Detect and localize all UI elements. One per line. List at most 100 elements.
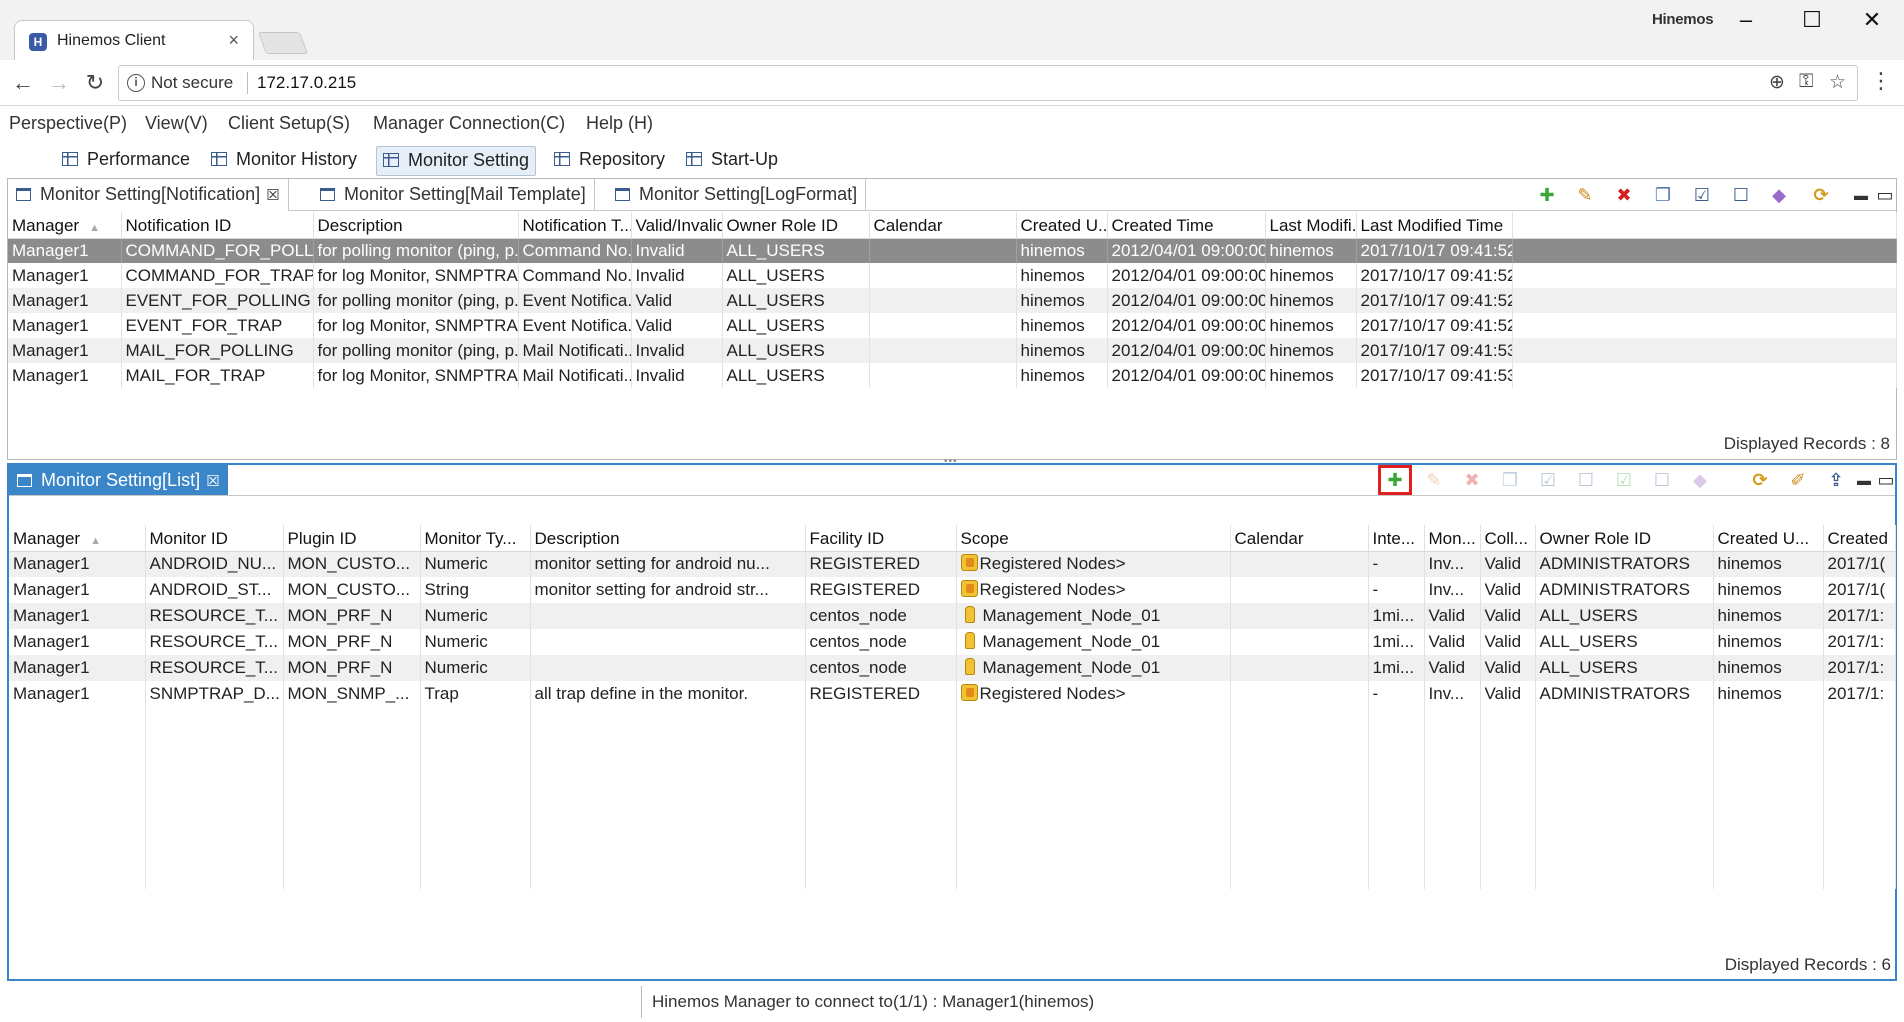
maximize-view-icon[interactable]: ▭ — [1875, 469, 1897, 491]
perspective-start-up[interactable]: Start-Up — [680, 146, 784, 176]
empty-cell — [805, 759, 957, 785]
minimize-view-icon[interactable]: ▬ — [1850, 184, 1872, 206]
notification-row[interactable]: Manager1 EVENT_FOR_TRAP for log Monitor, S… — [8, 313, 1897, 338]
key-icon[interactable]: ⚿ — [1799, 71, 1813, 93]
tab-monitor-setting-mail-template[interactable]: Monitor Setting[Mail Template] — [312, 179, 595, 211]
clear-icon[interactable]: ◆ — [1768, 184, 1790, 206]
maximize-button[interactable]: ☐ — [1790, 6, 1834, 34]
disable-icon[interactable]: ☐ — [1730, 184, 1752, 206]
column-header[interactable]: Last Modifi... — [1265, 212, 1357, 239]
minimize-button[interactable]: – — [1724, 6, 1768, 34]
bookmark-star-icon[interactable]: ☆ — [1829, 71, 1846, 94]
table-cell: ADMINISTRATORS — [1535, 681, 1714, 707]
copy-icon[interactable]: ❐ — [1652, 184, 1674, 206]
edit-pencil-icon[interactable]: ✎ — [1574, 184, 1596, 206]
monitor-row[interactable]: Manager1 ANDROID_NU... MON_CUSTO... Numeric… — [9, 551, 1896, 577]
column-header[interactable]: Created — [1823, 525, 1896, 552]
info-icon[interactable]: i — [127, 74, 145, 92]
column-header[interactable]: Notification T... — [518, 212, 632, 239]
disable-icon[interactable]: ☐ — [1575, 469, 1597, 491]
tab-monitor-setting-logformat[interactable]: Monitor Setting[LogFormat] — [607, 179, 867, 211]
back-icon[interactable]: ← — [8, 68, 38, 98]
menu-manager-connection[interactable]: Manager Connection(C) — [373, 113, 565, 134]
column-header[interactable]: Owner Role ID — [722, 212, 870, 239]
refresh-icon[interactable]: ⟳ — [1810, 184, 1832, 206]
copy-icon[interactable]: ❐ — [1499, 469, 1521, 491]
column-header[interactable]: Monitor ID — [145, 525, 284, 552]
perspective-monitor-history[interactable]: Monitor History — [205, 146, 363, 176]
close-tab-icon[interactable]: ☒ — [266, 187, 279, 204]
notification-row[interactable]: Manager1 EVENT_FOR_POLLING for polling mon… — [8, 288, 1897, 313]
url-text[interactable]: 172.17.0.215 — [257, 73, 356, 93]
browser-tab[interactable]: H Hinemos Client × — [14, 20, 254, 60]
column-header[interactable]: Inte... — [1368, 525, 1425, 552]
export-icon[interactable]: ⇪ — [1825, 469, 1847, 491]
column-header[interactable]: Description — [530, 525, 806, 552]
menu-perspective[interactable]: Perspective(P) — [9, 113, 127, 134]
close-tab-icon[interactable]: ☒ — [206, 473, 219, 490]
clear-icon[interactable]: ◆ — [1689, 469, 1711, 491]
column-header[interactable]: Mon... — [1424, 525, 1481, 552]
empty-cell — [9, 707, 146, 733]
disable-collect-icon[interactable]: ☐ — [1651, 469, 1673, 491]
delete-icon[interactable]: ✖ — [1461, 469, 1483, 491]
minimize-view-icon[interactable]: ▬ — [1853, 469, 1875, 491]
zoom-icon[interactable]: ⊕ — [1769, 71, 1785, 94]
menu-view[interactable]: View(V) — [145, 113, 208, 134]
column-header[interactable]: Facility ID — [805, 525, 957, 552]
notification-row[interactable]: Manager1 MAIL_FOR_POLLING for polling moni… — [8, 338, 1897, 363]
maximize-view-icon[interactable]: ▭ — [1874, 184, 1896, 206]
enable-collect-icon[interactable]: ☑ — [1613, 469, 1635, 491]
table-cell: monitor setting for android str... — [530, 577, 806, 603]
column-header[interactable]: Plugin ID — [283, 525, 421, 552]
column-header[interactable]: Created U... — [1016, 212, 1108, 239]
tab-monitor-setting-notification[interactable]: Monitor Setting[Notification] ☒ — [8, 179, 289, 211]
table-cell — [869, 338, 1017, 363]
enable-icon[interactable]: ☑ — [1691, 184, 1713, 206]
notification-row[interactable]: Manager1COMMAND_FOR_POLLINGfor polling m… — [8, 238, 1897, 263]
table-cell: ALL_USERS — [722, 238, 870, 263]
reload-icon[interactable]: ↻ — [80, 68, 110, 98]
column-header[interactable]: Description — [313, 212, 519, 239]
tab-monitor-setting-list[interactable]: Monitor Setting[List] ☒ — [9, 465, 228, 495]
perspective-repository[interactable]: Repository — [548, 146, 671, 176]
notification-row[interactable]: Manager1 COMMAND_FOR_TRAP for log Monitor,… — [8, 263, 1897, 288]
edit-pencil-icon[interactable]: ✎ — [1423, 469, 1445, 491]
column-header[interactable]: Scope — [956, 525, 1231, 552]
add-monitor-icon[interactable]: ✚ — [1384, 469, 1406, 491]
monitor-row[interactable]: Manager1 RESOURCE_T... MON_PRF_N Numeric cen… — [9, 655, 1896, 681]
column-header[interactable]: Valid/Invalid — [631, 212, 723, 239]
column-header[interactable]: Manager ▲ — [9, 525, 146, 552]
address-bar[interactable]: i Not secure 172.17.0.215 ⊕ ⚿ ☆ — [118, 65, 1858, 101]
column-header[interactable]: Coll... — [1480, 525, 1536, 552]
monitor-row[interactable]: Manager1 SNMPTRAP_D... MON_SNMP_... Trap all… — [9, 681, 1896, 707]
monitor-row[interactable]: Manager1 RESOURCE_T... MON_PRF_N Numeric cen… — [9, 629, 1896, 655]
new-tab-button[interactable] — [257, 32, 309, 54]
column-header[interactable]: Created U... — [1713, 525, 1824, 552]
close-window-button[interactable]: ✕ — [1850, 6, 1894, 34]
column-header[interactable]: Notification ID — [121, 212, 314, 239]
column-header[interactable]: Owner Role ID — [1535, 525, 1714, 552]
filter-icon[interactable]: ✐ — [1787, 469, 1809, 491]
column-header[interactable]: Last Modified Time — [1356, 212, 1513, 239]
column-header[interactable]: Monitor Ty... — [420, 525, 531, 552]
notification-row[interactable]: Manager1 MAIL_FOR_TRAP for log Monitor, SN… — [8, 363, 1897, 388]
column-header[interactable]: Calendar — [869, 212, 1017, 239]
column-header[interactable]: Manager ▲ — [8, 212, 122, 239]
table-cell: Valid — [631, 288, 723, 313]
refresh-icon[interactable]: ⟳ — [1749, 469, 1771, 491]
add-icon[interactable]: ✚ — [1536, 184, 1558, 206]
close-tab-icon[interactable]: × — [228, 30, 239, 51]
column-header[interactable]: Created Time — [1107, 212, 1266, 239]
enable-icon[interactable]: ☑ — [1537, 469, 1559, 491]
delete-icon[interactable]: ✖ — [1613, 184, 1635, 206]
column-header[interactable]: Calendar — [1230, 525, 1369, 552]
forward-icon[interactable]: → — [44, 68, 74, 98]
perspective-performance[interactable]: Performance — [56, 146, 196, 176]
perspective-monitor-setting[interactable]: Monitor Setting — [376, 146, 537, 176]
menu-client-setup[interactable]: Client Setup(S) — [228, 113, 350, 134]
monitor-row[interactable]: Manager1 ANDROID_ST... MON_CUSTO... String m… — [9, 577, 1896, 603]
chrome-menu-icon[interactable]: ⋮ — [1870, 70, 1892, 92]
monitor-row[interactable]: Manager1 RESOURCE_T... MON_PRF_N Numeric cen… — [9, 603, 1896, 629]
menu-help[interactable]: Help (H) — [586, 113, 653, 134]
